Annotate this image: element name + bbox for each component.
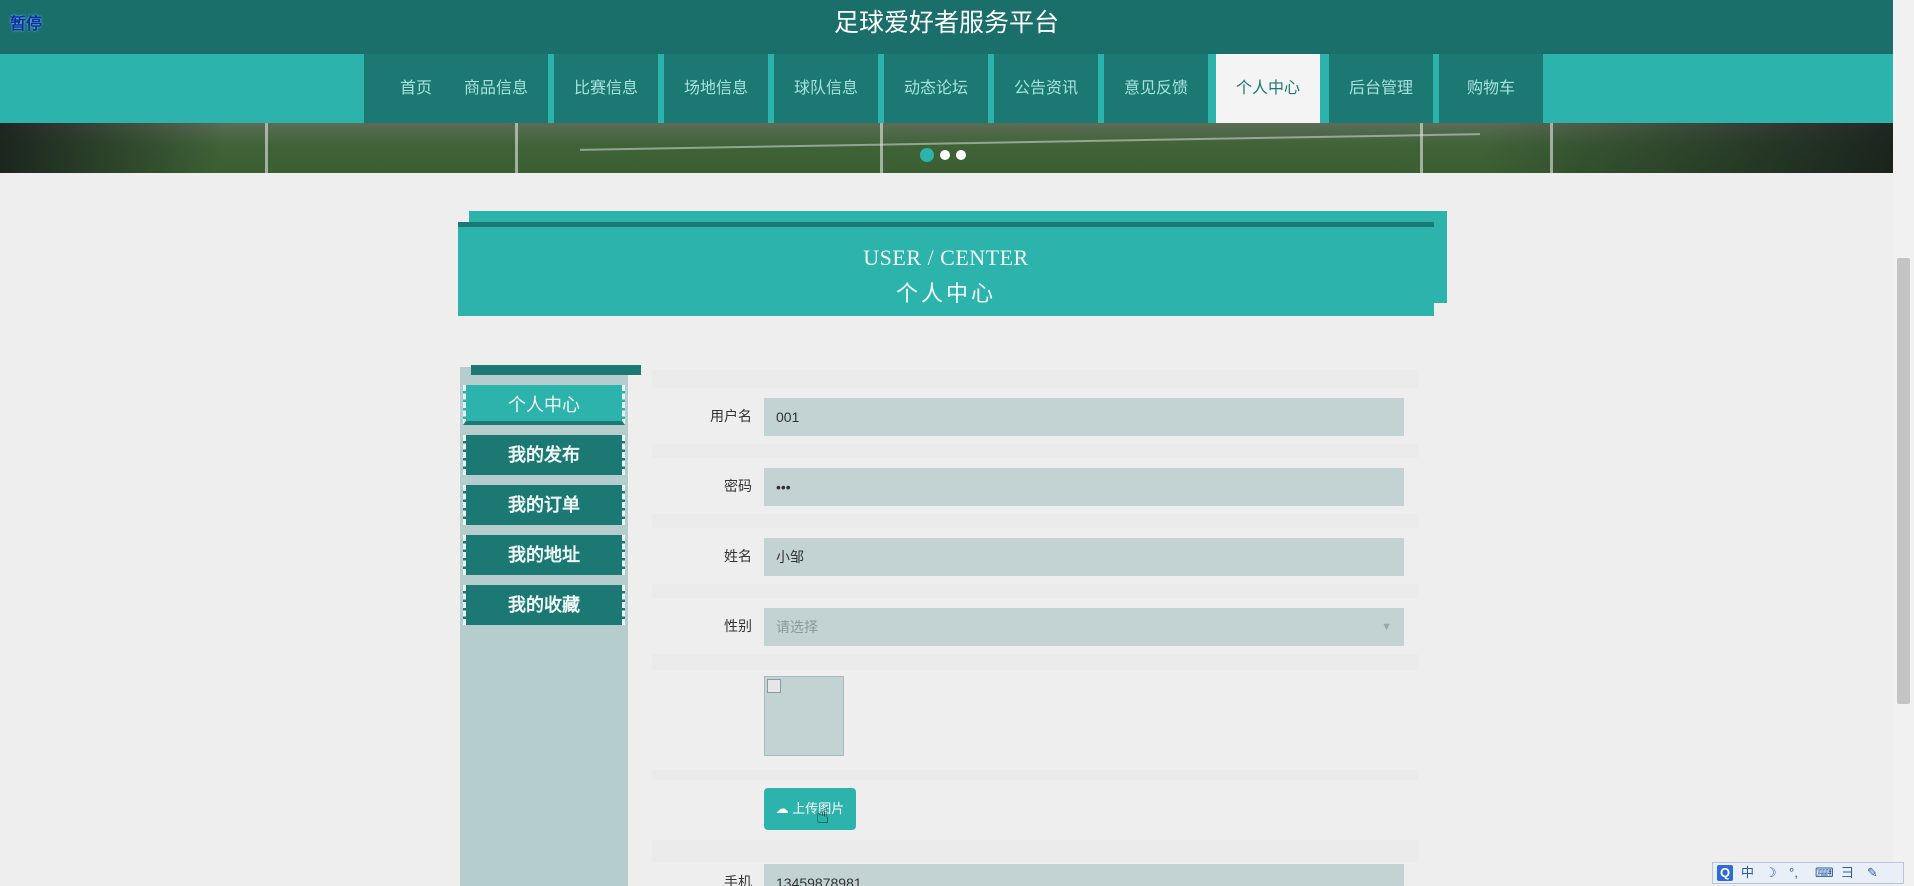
sidebar-item-my-posts[interactable]: 我的发布 xyxy=(463,435,625,475)
nav-teams[interactable]: 球队信息 xyxy=(774,54,878,123)
tools-icon[interactable]: ✎ xyxy=(1867,863,1878,883)
nav-forum[interactable]: 动态论坛 xyxy=(884,54,988,123)
name-input[interactable] xyxy=(764,538,1404,576)
banner-stripe xyxy=(265,123,268,173)
password-input[interactable] xyxy=(764,468,1404,506)
broken-image-icon xyxy=(767,679,781,693)
banner-stripe xyxy=(1420,123,1423,173)
phone-label: 手机 xyxy=(724,874,752,886)
sidebar-top-bar xyxy=(471,365,641,375)
banner-stripe xyxy=(1550,123,1553,173)
nav-news[interactable]: 公告资讯 xyxy=(994,54,1098,123)
carousel-dot-1[interactable] xyxy=(920,147,934,162)
phone-input[interactable] xyxy=(764,864,1404,886)
username-input[interactable] xyxy=(764,398,1404,436)
form-row-password: 密码 xyxy=(652,458,1418,514)
nav-admin[interactable]: 后台管理 xyxy=(1329,54,1433,123)
banner-field-line xyxy=(580,133,1480,151)
nav-user-center[interactable]: 个人中心 xyxy=(1216,54,1320,123)
page-scrollbar[interactable] xyxy=(1893,0,1914,886)
section-title-cn: 个人中心 xyxy=(895,281,996,306)
nav-feedback[interactable]: 意见反馈 xyxy=(1104,54,1208,123)
banner-stripe xyxy=(880,123,883,173)
gender-select-placeholder: 请选择 xyxy=(776,619,818,635)
sidebar-item-my-favorites[interactable]: 我的收藏 xyxy=(463,585,625,625)
name-label: 姓名 xyxy=(724,548,752,564)
form-row-avatar xyxy=(652,670,1418,770)
width-toggle-icon[interactable]: ⺕ xyxy=(1841,863,1854,883)
top-bar: 足球爱好者服务平台 暂停 xyxy=(0,0,1893,54)
nav-products[interactable]: 商品信息 xyxy=(444,54,548,123)
sidebar-item-user-center[interactable]: 个人中心 xyxy=(463,385,625,425)
scrollbar-thumb[interactable] xyxy=(1897,258,1910,704)
ime-toolbar: Q 中 ☽ °, ⌨ ⺕ ✎ xyxy=(1712,862,1904,884)
form-row-upload: ☁ 上传图片 xyxy=(652,780,1418,840)
cloud-upload-icon: ☁ xyxy=(775,801,789,816)
moon-icon[interactable]: ☽ xyxy=(1765,863,1777,883)
form-row-gender: 性别 请选择 ▼ xyxy=(652,598,1418,654)
carousel-dot-2[interactable] xyxy=(940,149,950,160)
nav-cart[interactable]: 购物车 xyxy=(1439,54,1543,123)
form-row-username: 用户名 xyxy=(652,388,1418,444)
chevron-down-icon: ▼ xyxy=(1381,621,1392,633)
username-label: 用户名 xyxy=(710,408,752,424)
upload-image-button[interactable]: ☁ 上传图片 xyxy=(764,788,856,830)
nav-venues[interactable]: 场地信息 xyxy=(664,54,768,123)
ime-mode-toggle[interactable]: 中 xyxy=(1741,863,1754,883)
password-label: 密码 xyxy=(724,478,752,494)
keyboard-icon[interactable]: ⌨ xyxy=(1815,863,1834,883)
punctuation-icon[interactable]: °, xyxy=(1789,863,1798,883)
nav-matches[interactable]: 比赛信息 xyxy=(554,54,658,123)
carousel-dots xyxy=(920,146,972,162)
pause-link[interactable]: 暂停 xyxy=(10,10,42,34)
main-nav: 首页 商品信息 比赛信息 场地信息 球队信息 动态论坛 公告资讯 意见反馈 个人… xyxy=(0,54,1893,123)
form-row-name: 姓名 xyxy=(652,528,1418,584)
form-row-phone: 手机 xyxy=(652,862,1418,886)
sidebar-item-my-address[interactable]: 我的地址 xyxy=(463,535,625,575)
avatar-image-preview xyxy=(764,676,844,756)
sidebar-item-my-orders[interactable]: 我的订单 xyxy=(463,485,625,525)
section-header: USER / CENTER 个人中心 xyxy=(458,222,1434,316)
gender-label: 性别 xyxy=(724,618,752,634)
site-title: 足球爱好者服务平台 xyxy=(833,9,1059,37)
hand-cursor-icon: ☝ xyxy=(816,803,830,828)
ime-logo-icon[interactable]: Q xyxy=(1717,865,1733,881)
banner-stripe xyxy=(515,123,518,173)
carousel-dot-3[interactable] xyxy=(956,149,966,160)
section-title-en: USER / CENTER xyxy=(863,245,1029,270)
gender-select[interactable]: 请选择 ▼ xyxy=(764,608,1404,646)
